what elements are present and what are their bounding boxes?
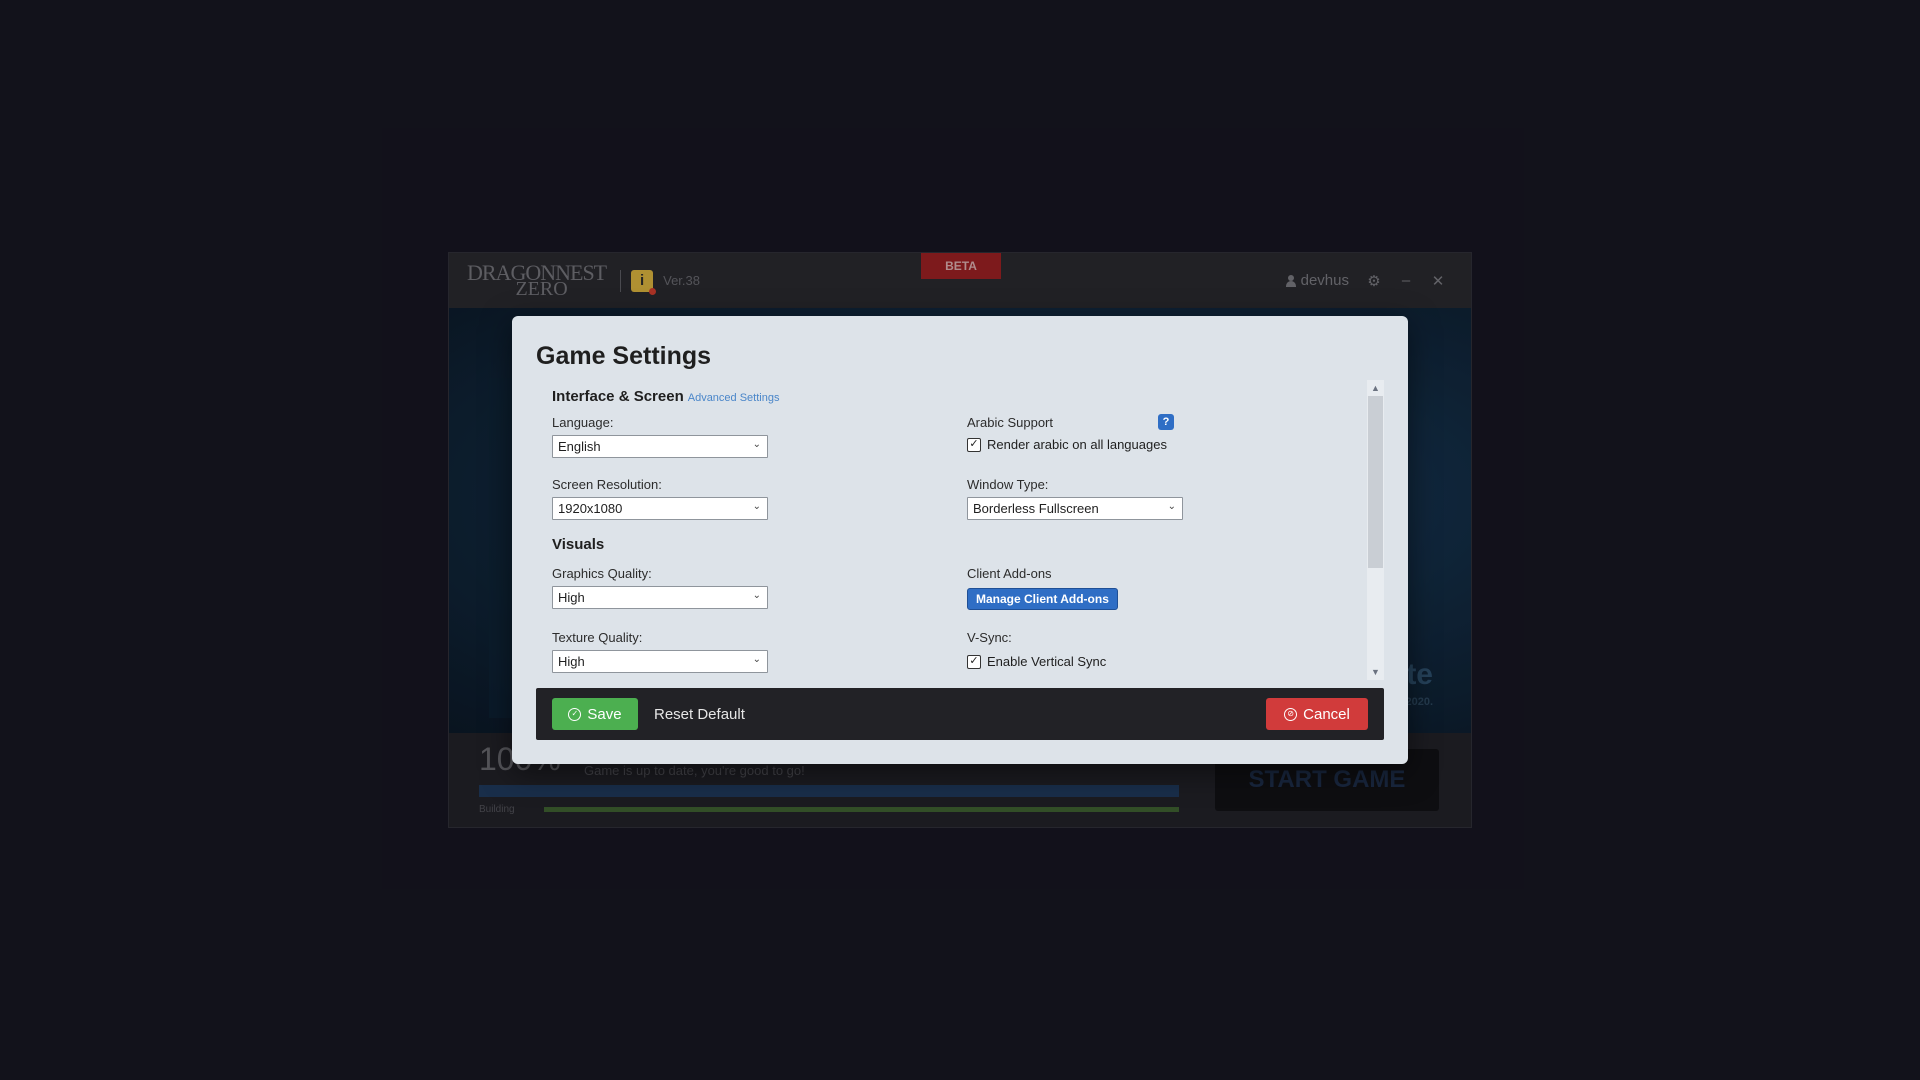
window-type-value: Borderless Fullscreen <box>973 501 1099 516</box>
language-value: English <box>558 439 601 454</box>
chevron-down-icon: ⌄ <box>752 654 761 665</box>
manage-client-addons-button[interactable]: Manage Client Add-ons <box>967 588 1118 610</box>
advanced-settings-link[interactable]: Advanced Settings <box>688 392 780 404</box>
save-button[interactable]: ✓ Save <box>552 698 638 730</box>
graphics-quality-select[interactable]: High ⌄ <box>552 586 768 609</box>
language-select[interactable]: English ⌄ <box>552 435 768 458</box>
vsync-option[interactable]: ✓ Enable Vertical Sync <box>967 654 1106 669</box>
client-addons-label: Client Add-ons <box>967 566 1052 581</box>
section-interface-screen: Interface & Screen Advanced Settings <box>552 388 779 405</box>
scroll-down-icon[interactable]: ▼ <box>1367 664 1384 680</box>
cancel-button[interactable]: ⊘ Cancel <box>1266 698 1368 730</box>
arabic-render-label: Render arabic on all languages <box>987 437 1167 452</box>
texture-quality-value: High <box>558 654 585 669</box>
vsync-label: V-Sync: <box>967 630 1012 645</box>
section-visuals-title: Visuals <box>552 536 605 553</box>
window-type-select[interactable]: Borderless Fullscreen ⌄ <box>967 497 1183 520</box>
help-icon[interactable]: ? <box>1158 414 1174 430</box>
resolution-label: Screen Resolution: <box>552 477 662 492</box>
game-settings-modal: Game Settings Interface & Screen Advanced… <box>512 316 1408 764</box>
chevron-down-icon: ⌄ <box>1167 501 1176 512</box>
check-circle-icon: ✓ <box>568 707 582 721</box>
modal-footer: ✓ Save Reset Default ⊘ Cancel <box>536 688 1384 740</box>
vsync-checkbox[interactable]: ✓ <box>967 654 981 669</box>
reset-default-button[interactable]: Reset Default <box>654 698 745 730</box>
cancel-circle-icon: ⊘ <box>1284 707 1298 721</box>
arabic-support-label: Arabic Support <box>967 415 1053 430</box>
scroll-up-icon[interactable]: ▲ <box>1367 380 1384 396</box>
texture-quality-select[interactable]: High ⌄ <box>552 650 768 673</box>
chevron-down-icon: ⌄ <box>752 501 761 512</box>
resolution-select[interactable]: 1920x1080 ⌄ <box>552 497 768 520</box>
graphics-quality-value: High <box>558 590 585 605</box>
modal-title: Game Settings <box>536 342 712 370</box>
cancel-label: Cancel <box>1303 705 1350 723</box>
chevron-down-icon: ⌄ <box>752 439 761 450</box>
graphics-quality-label: Graphics Quality: <box>552 566 652 581</box>
window-type-label: Window Type: <box>967 477 1049 492</box>
arabic-render-checkbox[interactable]: ✓ <box>967 437 981 452</box>
scrollbar-thumb[interactable] <box>1368 396 1383 568</box>
chevron-down-icon: ⌄ <box>752 590 761 601</box>
section-interface-title: Interface & Screen <box>552 388 684 405</box>
vsync-checkbox-label: Enable Vertical Sync <box>987 654 1107 669</box>
save-label: Save <box>587 705 622 723</box>
settings-scrollbar[interactable]: ▲ ▼ <box>1367 380 1384 680</box>
arabic-render-option[interactable]: ✓ Render arabic on all languages <box>967 437 1167 452</box>
language-label: Language: <box>552 415 614 430</box>
texture-quality-label: Texture Quality: <box>552 630 643 645</box>
resolution-value: 1920x1080 <box>558 501 623 516</box>
settings-content: Interface & Screen Advanced Settings Lang… <box>536 380 1384 680</box>
